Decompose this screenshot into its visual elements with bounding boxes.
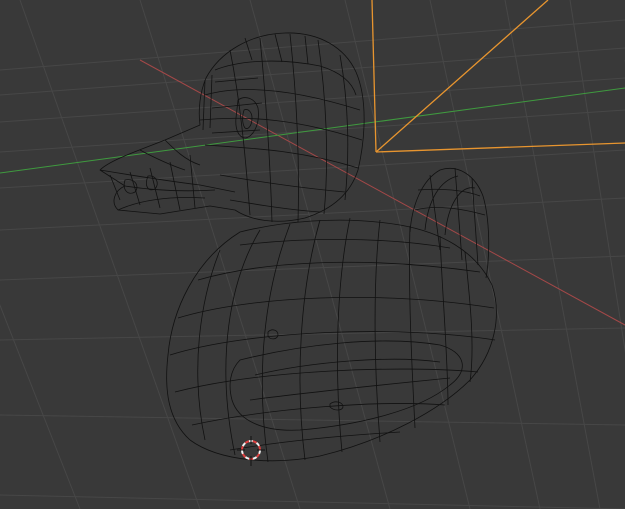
viewport-background: [0, 0, 625, 509]
viewport-canvas[interactable]: [0, 0, 625, 509]
3d-viewport[interactable]: [0, 0, 625, 509]
